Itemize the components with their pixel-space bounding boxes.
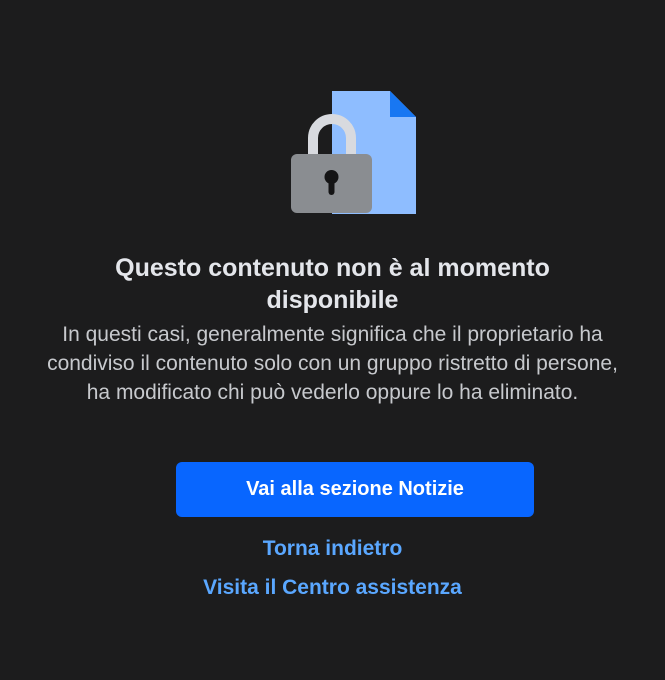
help-center-link[interactable]: Visita il Centro assistenza bbox=[0, 575, 665, 601]
unavailable-description: In questi casi, generalmente significa c… bbox=[47, 323, 618, 404]
locked-document-icon bbox=[291, 91, 416, 214]
page-title: Questo contenuto non è al momento dispon… bbox=[115, 254, 550, 314]
go-to-news-feed-button[interactable]: Vai alla sezione Notizie bbox=[176, 462, 534, 517]
content-unavailable-page: Questo contenuto non è al momento dispon… bbox=[0, 0, 665, 680]
go-back-link[interactable]: Torna indietro bbox=[0, 536, 665, 562]
